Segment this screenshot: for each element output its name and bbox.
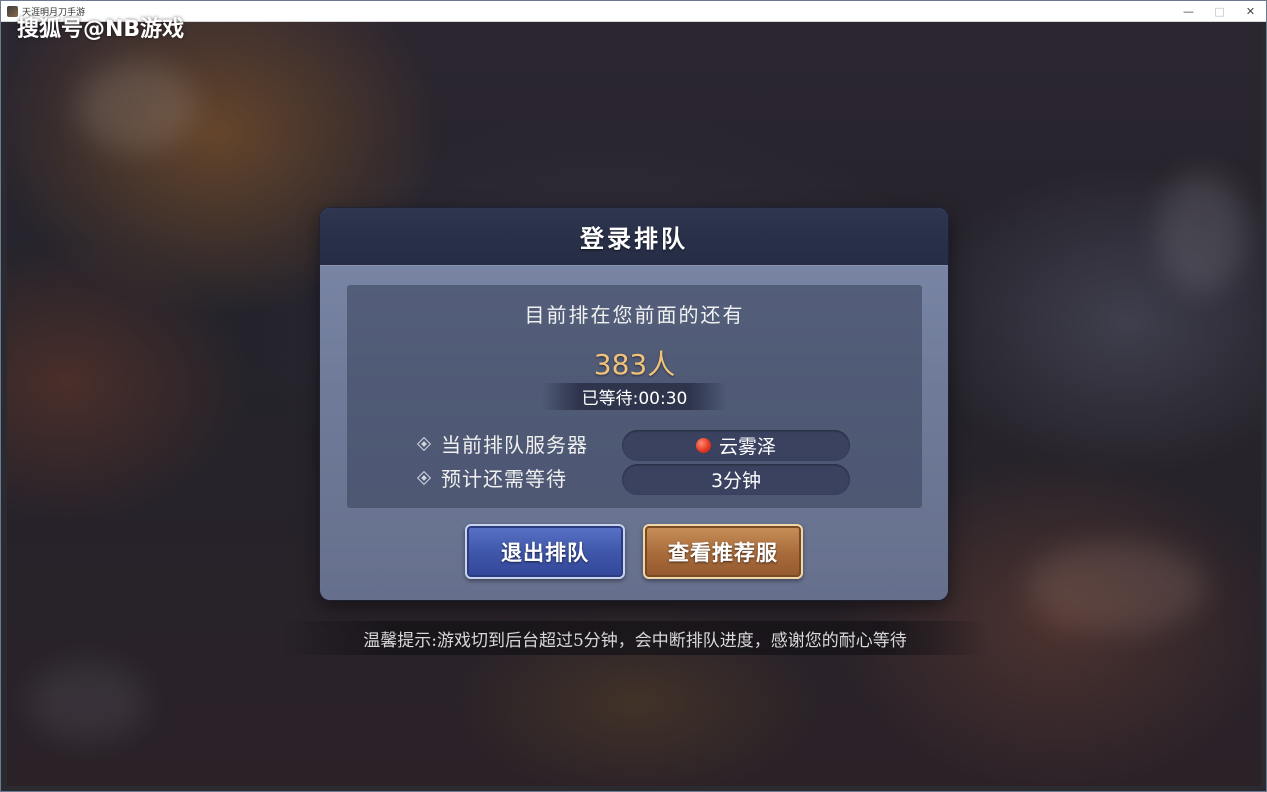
server-label: 当前排队服务器 [441, 433, 588, 457]
server-status-dot-icon [695, 438, 711, 453]
wait-value: 3分钟 [622, 464, 850, 495]
waited-time: 已等待:00:30 [542, 383, 727, 410]
tip-bar: 温馨提示:游戏切到后台超过5分钟，会中断排队进度，感谢您的耐心等待 [281, 621, 989, 655]
server-row-label: 当前排队服务器 [416, 429, 588, 458]
dialog-header: 登录排队 [320, 208, 948, 266]
background-blur [27, 662, 147, 742]
login-queue-dialog: 登录排队 目前排在您前面的还有 383人 已等待:00:30 当前排队服务器 云… [320, 208, 948, 600]
server-name: 云雾泽 [718, 436, 776, 458]
background-blur [1157, 172, 1247, 292]
view-recommended-server-button[interactable]: 查看推荐服 [643, 524, 803, 579]
queue-info-panel: 目前排在您前面的还有 383人 已等待:00:30 当前排队服务器 云雾泽 预计… [347, 285, 922, 508]
window-controls: — □ ✕ [1173, 1, 1266, 21]
exit-queue-button[interactable]: 退出排队 [465, 524, 625, 579]
app-window: 天涯明月刀手游 — □ ✕ 搜狐号@NB游戏 登录排队 目前排在您前面的还有 3… [0, 0, 1267, 792]
estimated-wait: 3分钟 [710, 470, 762, 492]
tip-text: 温馨提示:游戏切到后台超过5分钟，会中断排队进度，感谢您的耐心等待 [363, 630, 907, 651]
wait-row-label: 预计还需等待 [416, 463, 567, 492]
title-bar[interactable]: 天涯明月刀手游 — □ ✕ [1, 1, 1266, 22]
minimize-button[interactable]: — [1173, 1, 1204, 21]
background-blur [1027, 542, 1207, 632]
diamond-bullet-icon [416, 436, 432, 451]
background-blur [77, 62, 197, 152]
queue-count: 383人 [593, 348, 676, 381]
close-button[interactable]: ✕ [1235, 1, 1266, 21]
wait-label: 预计还需等待 [441, 467, 567, 491]
watermark: 搜狐号@NB游戏 [17, 17, 185, 42]
dialog-title: 登录排队 [580, 224, 688, 253]
diamond-bullet-icon [416, 470, 432, 485]
ahead-label: 目前排在您前面的还有 [524, 303, 745, 327]
server-value: 云雾泽 [622, 430, 850, 461]
maximize-button[interactable]: □ [1204, 1, 1235, 21]
